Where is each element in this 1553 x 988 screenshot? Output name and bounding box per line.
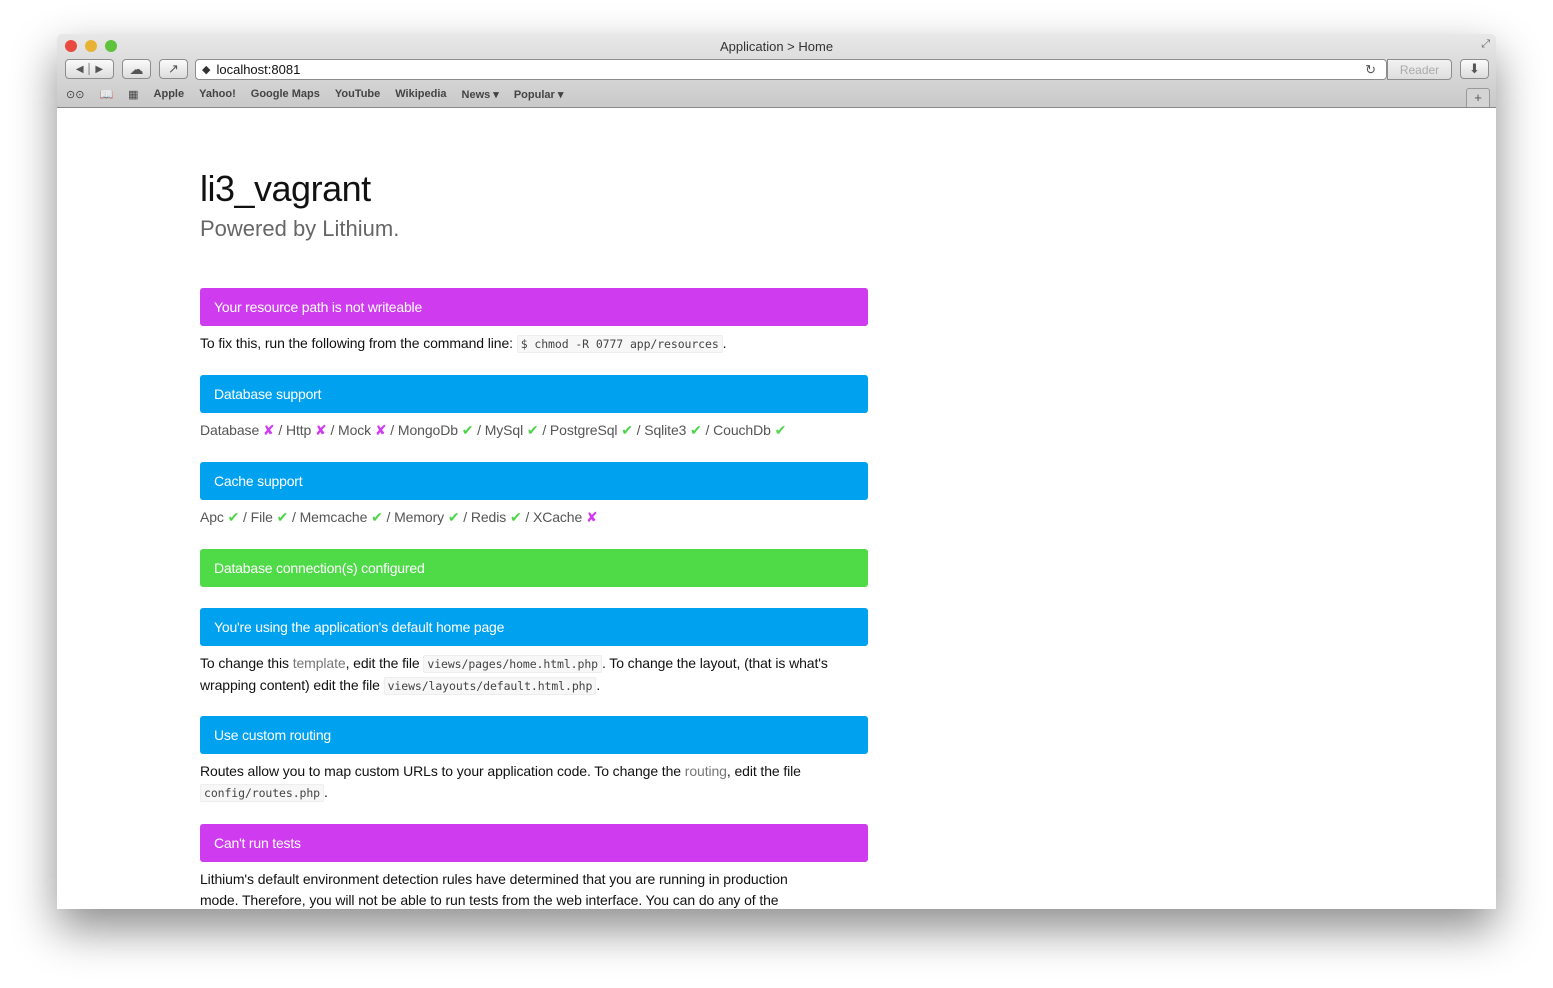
cross-icon: ✘ [374, 422, 387, 438]
support-item-couchdb: CouchDb [713, 422, 775, 438]
text: . [324, 784, 328, 800]
support-item-http: Http [285, 422, 316, 438]
bookmark-youtube[interactable]: YouTube [335, 88, 380, 100]
separator: / [701, 422, 714, 438]
separator: / [459, 509, 471, 525]
text: , edit the file [345, 655, 424, 671]
cross-icon: ✘ [262, 422, 275, 438]
separator: / [473, 422, 485, 438]
browser-chrome: Application > Home ⤢ ◀ │ ▶ ☁ ↗ ◆ localho… [57, 34, 1496, 108]
resource-instructions: To fix this, run the following from the … [200, 335, 513, 351]
download-icon: ⬇ [1469, 61, 1480, 76]
check-icon: ✔ [447, 509, 460, 525]
page-title: li3_vagrant [200, 168, 371, 209]
support-item-mongodb: MongoDb [397, 422, 462, 438]
separator: / [326, 422, 339, 438]
address-bar[interactable]: ◆ localhost:8081 ↻ [195, 59, 1387, 80]
cross-icon: ✘ [315, 422, 327, 438]
support-item-memory: Memory [394, 509, 448, 525]
support-item-file: File [250, 509, 277, 525]
separator: / [288, 509, 300, 525]
cache-support-list: Apc ✔ / File ✔ / Memcache ✔ / Memory ✔ /… [200, 507, 868, 528]
separator: / [239, 509, 251, 525]
bookmarks-bar: ⊙⊙ 📖 ▦ Apple Yahoo! Google Maps YouTube … [57, 84, 578, 104]
support-item-memcache: Memcache [299, 509, 372, 525]
separator: / [274, 422, 286, 438]
chmod-command: $ chmod -R 0777 app/resources [516, 335, 723, 353]
home-page-heading: You're using the application's default h… [200, 608, 868, 646]
check-icon: ✔ [371, 509, 383, 525]
page-subtitle: Powered by Lithium. [200, 216, 400, 241]
routes-path: config/routes.php [200, 784, 325, 802]
check-icon: ✔ [526, 422, 539, 438]
text: To change this [200, 655, 293, 671]
bookmark-yahoo[interactable]: Yahoo! [199, 88, 236, 100]
routing-text: Routes allow you to map custom URLs to y… [200, 761, 868, 804]
reader-button[interactable]: Reader [1387, 59, 1452, 80]
bookmark-google-maps[interactable]: Google Maps [251, 88, 320, 100]
bookmark-apple[interactable]: Apple [154, 88, 185, 100]
cloud-icon: ☁ [129, 60, 144, 77]
icloud-tabs-button[interactable]: ☁ [122, 59, 151, 79]
support-item-postgresql: PostgreSql [549, 422, 622, 438]
period: . [722, 335, 727, 351]
check-icon: ✔ [621, 422, 633, 438]
window-title: Application > Home [719, 39, 834, 54]
home-template-path: views/pages/home.html.php [423, 655, 602, 673]
template-link[interactable]: template [293, 655, 346, 671]
support-item-database: Database [200, 422, 263, 438]
separator: / [521, 509, 533, 525]
new-tab-button[interactable]: + [1466, 88, 1490, 107]
separator: / [538, 422, 550, 438]
routing-link[interactable]: routing [685, 763, 727, 779]
bookmark-popular-menu[interactable]: Popular ▾ [514, 88, 564, 101]
fullscreen-icon[interactable]: ⤢ [1481, 38, 1490, 51]
separator: / [386, 422, 398, 438]
resource-text: To fix this, run the following from the … [200, 333, 868, 355]
check-icon: ✔ [509, 509, 522, 525]
check-icon: ✔ [690, 422, 702, 438]
check-icon: ✔ [461, 422, 474, 438]
support-item-mysql: MySql [484, 422, 527, 438]
top-sites-grid-icon[interactable]: ▦ [128, 88, 138, 101]
tests-alert: Can't run tests [200, 824, 868, 862]
reading-list-icon[interactable]: ⊙⊙ [66, 88, 84, 101]
bookmark-news-menu[interactable]: News ▾ [462, 88, 499, 101]
text: , edit the file [726, 763, 801, 779]
cache-support-heading: Cache support [200, 462, 868, 500]
bookmarks-icon[interactable]: 📖 [99, 88, 113, 101]
home-page-text: To change this template, edit the file v… [200, 653, 868, 697]
text: . [596, 677, 601, 693]
resource-alert: Your resource path is not writeable [200, 288, 868, 326]
support-item-mock: Mock [338, 422, 375, 438]
downloads-button[interactable]: ⬇ [1460, 59, 1489, 79]
forward-icon[interactable]: ▶ [95, 64, 103, 75]
separator: / [632, 422, 645, 438]
database-support-heading: Database support [200, 375, 868, 413]
support-item-sqlite3: Sqlite3 [644, 422, 691, 438]
back-forward-buttons[interactable]: ◀ │ ▶ [65, 59, 114, 79]
text: Routes allow you to map custom URLs to y… [200, 763, 685, 779]
back-icon[interactable]: ◀ [76, 64, 84, 75]
tests-text: Lithium's default environment detection … [200, 871, 788, 908]
browser-window: Application > Home ⤢ ◀ │ ▶ ☁ ↗ ◆ localho… [57, 34, 1496, 909]
separator: / [382, 509, 395, 525]
check-icon: ✔ [276, 509, 289, 525]
check-icon: ✔ [774, 422, 787, 438]
check-icon: ✔ [227, 509, 240, 525]
routing-heading: Use custom routing [200, 716, 868, 754]
support-item-xcache: XCache [532, 509, 586, 525]
support-item-redis: Redis [470, 509, 510, 525]
share-button[interactable]: ↗ [159, 59, 188, 79]
share-icon: ↗ [168, 61, 179, 76]
url-text[interactable]: localhost:8081 [216, 62, 300, 77]
lithium-favicon-icon: ◆ [202, 64, 211, 76]
support-item-apc: Apc [200, 509, 228, 525]
database-support-list: Database ✘ / Http ✘ / Mock ✘ / MongoDb ✔… [200, 420, 868, 441]
connection-alert: Database connection(s) configured [200, 549, 868, 587]
bookmark-wikipedia[interactable]: Wikipedia [395, 88, 446, 100]
layout-path: views/layouts/default.html.php [383, 677, 597, 695]
reload-icon[interactable]: ↻ [1365, 62, 1376, 78]
cross-icon: ✘ [585, 509, 598, 525]
